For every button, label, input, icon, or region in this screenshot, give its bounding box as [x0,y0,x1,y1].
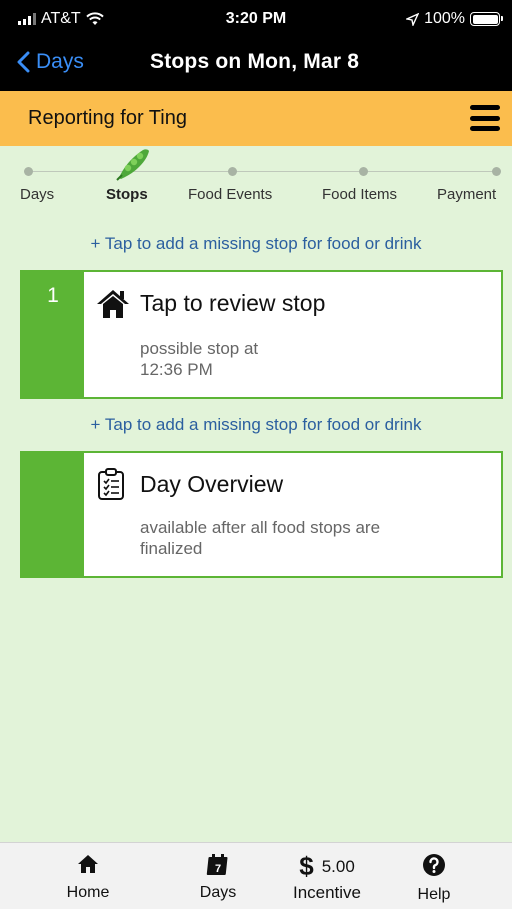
step-dot-food-items [359,167,368,176]
tab-home-label: Home [66,884,110,901]
tab-help-label: Help [417,886,451,903]
add-missing-stop-link[interactable]: + Tap to add a missing stop for food or … [0,234,512,254]
stop-number: 1 [47,284,59,307]
help-question-icon [423,854,445,876]
dollar-icon: $ [299,851,314,881]
tab-help[interactable]: Help [408,853,460,904]
stop-card[interactable]: 1 Tap to review stop possible stop at 12… [20,270,503,399]
tab-home[interactable]: Home [58,853,118,902]
step-days[interactable]: Days [20,186,54,203]
location-arrow-icon [406,12,420,26]
house-icon [97,290,129,318]
hamburger-menu-icon[interactable] [470,105,500,131]
pea-pod-icon [116,149,149,181]
day-overview-title: Day Overview [140,471,284,497]
stop-card-title: Tap to review stop [140,290,326,316]
nav-bar: Days Stops on Mon, Mar 8 [0,38,512,91]
step-food-items[interactable]: Food Items [322,186,397,203]
step-dot-food-events [228,167,237,176]
tab-days-label: Days [199,884,237,901]
incentive-amount: 5.00 [321,856,355,876]
step-food-events[interactable]: Food Events [188,186,272,203]
day-overview-number [22,453,84,465]
calendar-icon: 7 [206,854,228,875]
add-missing-stop-link-2[interactable]: + Tap to add a missing stop for food or … [0,415,512,435]
stop-card-body: Tap to review stop possible stop at 12:3… [84,272,501,397]
battery-percent: 100% [424,10,465,27]
step-stops[interactable]: Stops [106,186,148,203]
tab-bar: Home 7 Days $ 5.00 Incentive Help [0,842,512,909]
day-overview-card: Day Overview available after all food st… [20,451,503,578]
progress-line [28,171,498,172]
reporting-for-label: Reporting for Ting [28,107,187,129]
step-payment[interactable]: Payment [437,186,496,203]
day-overview-card-body: Day Overview available after all food st… [84,453,501,576]
back-button-label: Days [36,50,84,73]
status-right: 100% [406,10,503,28]
home-icon [78,855,98,873]
step-dot-payment [492,167,501,176]
status-bar: AT&T 3:20 PM 100% [0,0,512,38]
tab-days[interactable]: 7 Days [188,853,248,902]
incentive-row: $ 5.00 [281,851,373,882]
stop-card-subtitle: possible stop at 12:36 PM [140,339,259,379]
chevron-left-icon [17,51,30,73]
calendar-icon-number: 7 [215,863,221,875]
reporting-bar: Reporting for Ting [0,91,512,146]
tab-incentive-label: Incentive [292,883,362,902]
tab-incentive[interactable]: $ 5.00 Incentive [281,851,373,903]
clipboard-icon [98,468,124,500]
page-title: Stops on Mon, Mar 8 [150,50,360,73]
back-button[interactable]: Days [16,50,84,74]
battery-icon [470,12,503,26]
step-dot-days [24,167,33,176]
day-overview-subtitle: available after all food stops are final… [140,518,381,558]
